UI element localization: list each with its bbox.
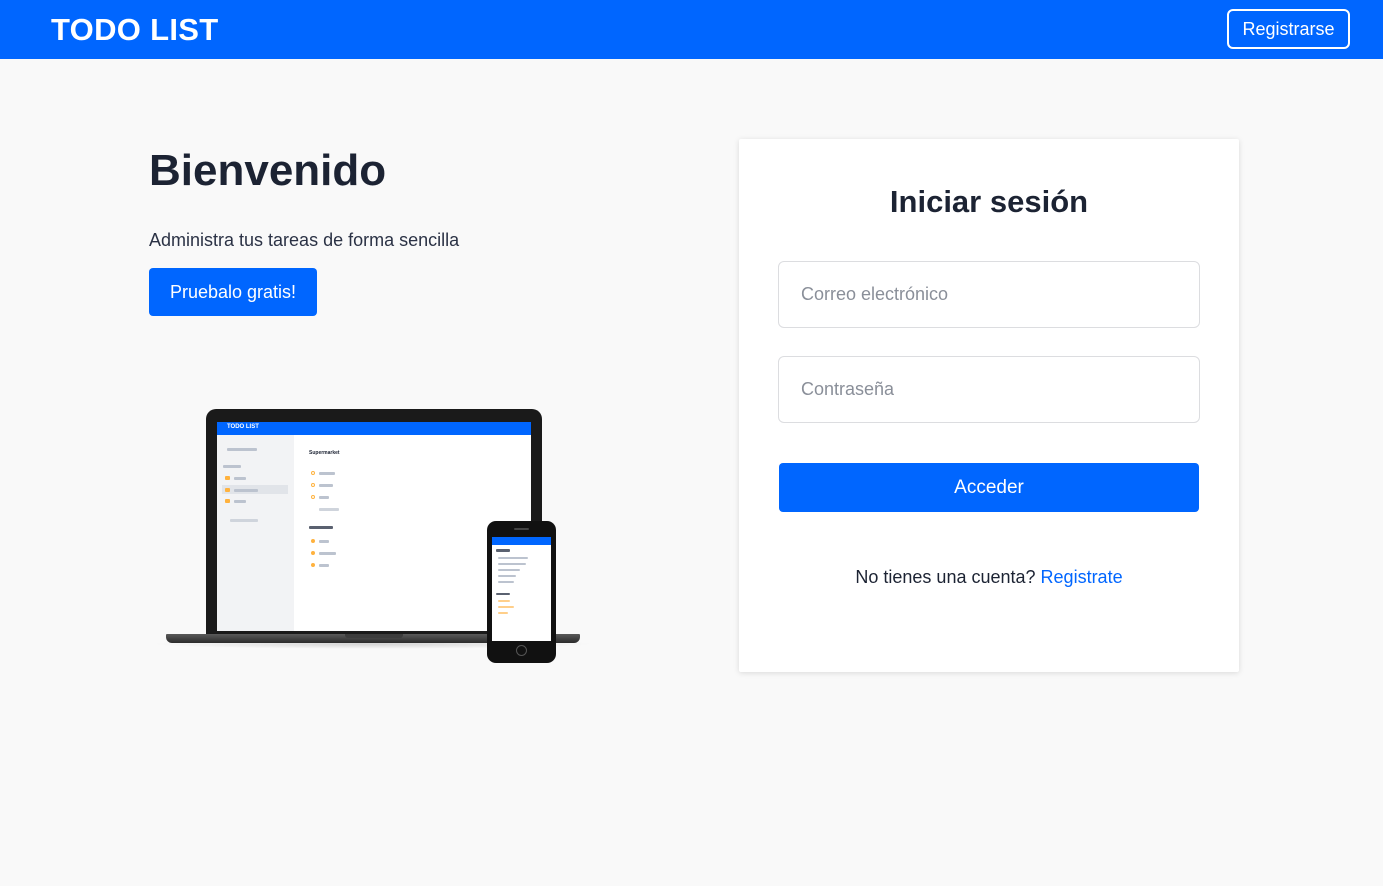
devices-illustration: TODO LIST Supermarket — [150, 405, 600, 670]
phone-image — [487, 521, 556, 663]
email-field[interactable] — [778, 261, 1200, 328]
try-free-button[interactable]: Pruebalo gratis! — [149, 268, 317, 316]
signup-prompt-text: No tienes una cuenta? — [855, 567, 1036, 587]
laptop-screen-sidebar — [217, 435, 294, 631]
signup-link[interactable]: Registrate — [1041, 567, 1123, 587]
login-title: Iniciar sesión — [889, 184, 1089, 219]
laptop-screen-brand: TODO LIST — [227, 424, 259, 430]
register-button[interactable]: Registrarse — [1227, 9, 1350, 49]
phone-screen — [492, 537, 551, 641]
laptop-screen-list-title: Supermarket — [309, 450, 340, 456]
signup-prompt-line: No tienes una cuenta? Registrate — [739, 566, 1239, 588]
laptop-screen: TODO LIST Supermarket — [217, 422, 531, 631]
password-field[interactable] — [778, 356, 1200, 423]
top-navbar: TODO LIST Registrarse — [0, 0, 1383, 59]
brand-logo[interactable]: TODO LIST — [51, 11, 218, 49]
phone-home-button — [516, 645, 527, 656]
login-submit-button[interactable]: Acceder — [779, 463, 1199, 512]
hero-subtitle: Administra tus tareas de forma sencilla — [149, 230, 460, 250]
hero-title: Bienvenido — [149, 146, 387, 195]
login-card: Iniciar sesión Acceder No tienes una cue… — [739, 139, 1239, 672]
